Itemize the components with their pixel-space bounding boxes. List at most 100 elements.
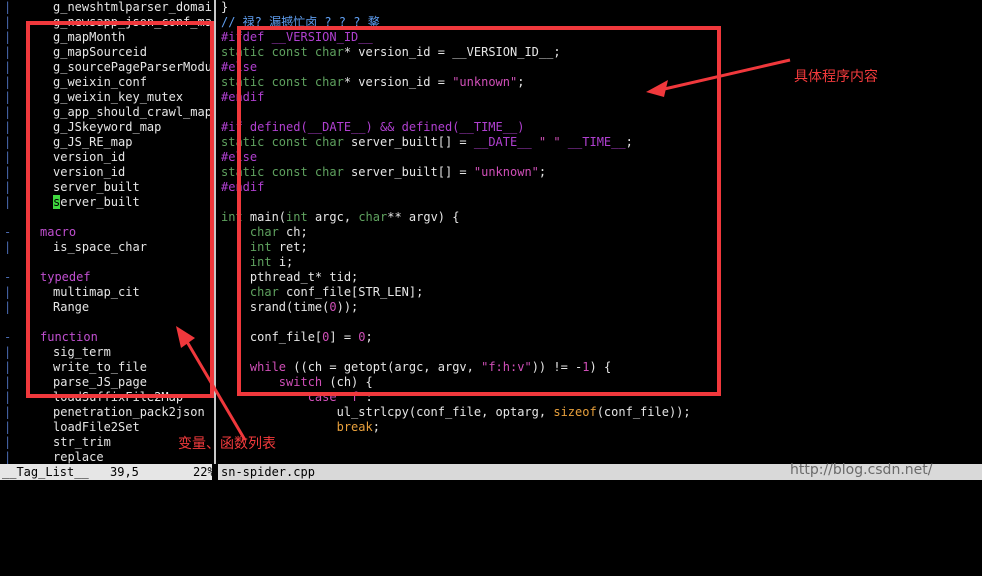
- code-line[interactable]: char ch;: [221, 225, 308, 240]
- code-line[interactable]: srand(time(0));: [221, 300, 358, 315]
- code-line[interactable]: #if defined(__DATE__) && defined(__TIME_…: [221, 120, 524, 135]
- fold-marker[interactable]: |: [4, 285, 11, 300]
- code-line[interactable]: case 'f':: [221, 390, 373, 405]
- fold-marker[interactable]: |: [4, 390, 11, 405]
- code-token: ;: [365, 330, 373, 344]
- code-token: 0: [329, 300, 337, 314]
- taglist-item[interactable]: penetration_pack2json: [53, 405, 205, 420]
- fold-marker[interactable]: |: [4, 345, 11, 360]
- taglist-item[interactable]: version_id: [53, 150, 125, 165]
- code-line[interactable]: static const char* version_id = __VERSIO…: [221, 45, 561, 60]
- code-token: break: [336, 420, 373, 434]
- taglist-item[interactable]: g_sourcePageParserModu: [53, 60, 212, 75]
- code-token: #else: [221, 60, 258, 74]
- taglist-annotation-label: 变量、函数列表: [178, 436, 276, 452]
- code-line[interactable]: int i;: [221, 255, 293, 270]
- taglist-group-header[interactable]: typedef: [40, 270, 91, 285]
- taglist-item[interactable]: replace: [53, 450, 104, 464]
- code-line[interactable]: }: [221, 0, 228, 15]
- code-line[interactable]: int main(int argc, char** argv) {: [221, 210, 459, 225]
- fold-marker[interactable]: |: [4, 360, 11, 375]
- taglist-item[interactable]: write_to_file: [53, 360, 147, 375]
- taglist-item[interactable]: g_app_should_crawl_map: [53, 105, 212, 120]
- fold-marker[interactable]: |: [4, 45, 11, 60]
- taglist-item[interactable]: server_built: [53, 180, 140, 195]
- code-token: static const char: [221, 135, 344, 149]
- code-token: )) != -: [531, 360, 583, 374]
- command-line[interactable]: [0, 480, 982, 492]
- taglist-item[interactable]: loadFile2Set: [53, 420, 140, 435]
- fold-marker[interactable]: -: [4, 225, 11, 240]
- taglist-item[interactable]: g_newsapp_json_conf_map: [53, 15, 212, 30]
- fold-marker[interactable]: |: [4, 90, 11, 105]
- code-line[interactable]: #else: [221, 150, 257, 165]
- fold-marker[interactable]: |: [4, 450, 11, 464]
- fold-marker[interactable]: -: [4, 330, 11, 345]
- code-token: case: [307, 390, 337, 404]
- code-line[interactable]: switch (ch) {: [221, 375, 373, 390]
- taglist-group-header[interactable]: function: [40, 330, 98, 345]
- taglist-item[interactable]: str_trim: [53, 435, 111, 450]
- code-token: int: [286, 210, 308, 224]
- fold-marker[interactable]: |: [4, 405, 11, 420]
- taglist-item[interactable]: loadSuffixFile2Map: [53, 390, 183, 405]
- taglist-item[interactable]: sig_term: [53, 345, 111, 360]
- taglist-item[interactable]: g_mapSourceid: [53, 45, 147, 60]
- fold-marker[interactable]: |: [4, 75, 11, 90]
- fold-marker[interactable]: |: [4, 30, 11, 45]
- code-line[interactable]: static const char server_built[] = "unkn…: [221, 165, 546, 180]
- taglist-item[interactable]: Range: [53, 300, 89, 315]
- code-line[interactable]: conf_file[0] = 0;: [221, 330, 373, 345]
- taglist-group-header[interactable]: macro: [40, 225, 76, 240]
- code-line[interactable]: #ifdef __VERSION_ID__: [221, 30, 373, 45]
- fold-marker[interactable]: |: [4, 420, 11, 435]
- taglist-item[interactable]: version_id: [53, 165, 125, 180]
- code-line[interactable]: static const char server_built[] = __DAT…: [221, 135, 633, 150]
- code-line[interactable]: #endif: [221, 180, 264, 195]
- fold-marker[interactable]: |: [4, 15, 11, 30]
- code-line[interactable]: int ret;: [221, 240, 308, 255]
- taglist-item[interactable]: g_newshtmlparser_domain: [53, 0, 212, 15]
- taglist-item[interactable]: g_JSkeyword_map: [53, 120, 161, 135]
- code-line[interactable]: char conf_file[STR_LEN];: [221, 285, 423, 300]
- fold-marker[interactable]: |: [4, 180, 11, 195]
- fold-marker[interactable]: |: [4, 165, 11, 180]
- code-token: ;: [372, 420, 380, 434]
- code-line[interactable]: #else: [221, 60, 257, 75]
- taglist-status-name: __Tag_List__: [2, 465, 89, 479]
- fold-marker[interactable]: |: [4, 195, 11, 210]
- fold-marker[interactable]: |: [4, 60, 11, 75]
- fold-marker[interactable]: |: [4, 375, 11, 390]
- taglist-item[interactable]: g_weixin_conf: [53, 75, 147, 90]
- fold-marker[interactable]: |: [4, 240, 11, 255]
- fold-marker[interactable]: |: [4, 435, 11, 450]
- fold-marker[interactable]: -: [4, 270, 11, 285]
- taglist-item[interactable]: is_space_char: [53, 240, 147, 255]
- fold-marker[interactable]: |: [4, 105, 11, 120]
- code-token: pthread_t* tid;: [221, 270, 359, 284]
- code-token: __TIME__: [567, 135, 626, 149]
- taglist-item[interactable]: g_mapMonth: [53, 30, 125, 45]
- code-line[interactable]: #endif: [221, 90, 264, 105]
- fold-marker[interactable]: |: [4, 120, 11, 135]
- code-line[interactable]: // 禄? 漏撼忙卤 ? ? ? 鍪: [221, 15, 380, 30]
- taglist-pane[interactable]: | g_newshtmlparser_domain | g_newsapp_json_…: [0, 0, 212, 464]
- taglist-item[interactable]: server_built: [53, 195, 140, 210]
- fold-marker[interactable]: |: [4, 135, 11, 150]
- code-line[interactable]: while ((ch = getopt(argc, argv, "f:h:v")…: [221, 360, 611, 375]
- code-token: #else: [221, 150, 258, 164]
- code-line[interactable]: pthread_t* tid;: [221, 270, 358, 285]
- fold-marker[interactable]: |: [4, 0, 11, 15]
- taglist-item[interactable]: multimap_cit: [53, 285, 140, 300]
- fold-marker[interactable]: |: [4, 150, 11, 165]
- fold-marker[interactable]: |: [4, 300, 11, 315]
- code-status-filename[interactable]: sn-spider.cpp: [221, 464, 315, 480]
- code-line[interactable]: ul_strlcpy(conf_file, optarg, sizeof(con…: [221, 405, 691, 420]
- taglist-item[interactable]: g_JS_RE_map: [53, 135, 132, 150]
- code-line[interactable]: static const char* version_id = "unknown…: [221, 75, 524, 90]
- taglist-item[interactable]: parse_JS_page: [53, 375, 147, 390]
- taglist-item[interactable]: g_weixin_key_mutex: [53, 90, 183, 105]
